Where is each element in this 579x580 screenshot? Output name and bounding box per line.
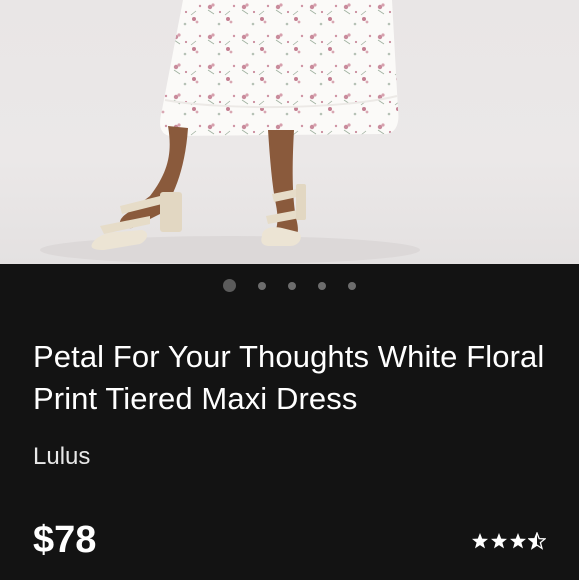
carousel-dot-2[interactable] [258, 281, 266, 290]
product-price: $78 [33, 519, 97, 561]
star-full-icon [491, 533, 507, 549]
star-full-icon [510, 533, 526, 549]
carousel-dot-4[interactable] [318, 281, 326, 290]
star-half-icon [528, 532, 546, 550]
product-photo-illustration [40, 0, 420, 264]
carousel-dot-1[interactable] [223, 279, 236, 292]
product-title: Petal For Your Thoughts White Floral Pri… [33, 339, 545, 416]
star-rating [471, 532, 546, 550]
product-image[interactable] [0, 0, 579, 264]
carousel-indicator [0, 279, 579, 292]
carousel-dot-3[interactable] [288, 281, 296, 290]
star-full-icon [472, 533, 488, 549]
carousel-dot-5[interactable] [348, 281, 356, 290]
brand-name[interactable]: Lulus [33, 443, 90, 471]
